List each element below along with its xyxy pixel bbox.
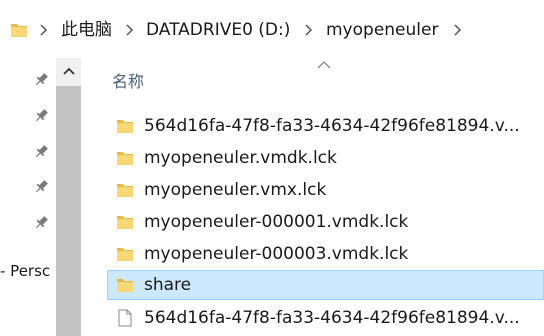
chevron-right-icon[interactable] [37, 20, 51, 40]
file-name: 564d16fa-47f8-fa33-4634-42f96fe81894.v..… [144, 308, 520, 328]
chevron-right-icon[interactable] [302, 20, 316, 40]
nav-scrollbar[interactable] [56, 58, 81, 336]
pin-icon[interactable] [33, 107, 50, 124]
list-item[interactable]: myopeneuler-000003.vmdk.lck [107, 239, 544, 269]
folder-icon [117, 152, 133, 165]
scroll-thumb[interactable] [56, 86, 81, 336]
file-name: myopeneuler.vmdk.lck [144, 148, 337, 168]
file-explorer-window: 此电脑 DATADRIVE0 (D:) myopeneuler - Persc … [0, 0, 544, 336]
file-list: 名称 564d16fa-47f8-fa33-4634-42f96fe81894.… [81, 58, 544, 336]
list-item[interactable]: myopeneuler-000001.vmdk.lck [107, 207, 544, 237]
pin-icon[interactable] [33, 178, 50, 195]
file-name: myopeneuler-000001.vmdk.lck [144, 212, 409, 232]
list-item[interactable]: myopeneuler.vmdk.lck [107, 143, 544, 173]
breadcrumb-this-pc[interactable]: 此电脑 [61, 19, 112, 41]
list-item[interactable]: 564d16fa-47f8-fa33-4634-42f96fe81894.v..… [107, 303, 544, 333]
chevron-right-icon[interactable] [123, 20, 137, 40]
pin-icon[interactable] [33, 71, 50, 88]
nav-item-label[interactable]: - Persc [0, 261, 56, 281]
list-item[interactable]: 564d16fa-47f8-fa33-4634-42f96fe81894.v..… [107, 111, 544, 141]
folder-icon [117, 279, 133, 292]
chevron-up-icon [62, 67, 75, 75]
scroll-up-button[interactable] [56, 58, 81, 83]
pin-icon[interactable] [33, 214, 50, 231]
name-column-header[interactable]: 名称 [112, 71, 144, 93]
folder-icon [11, 24, 27, 37]
address-bar[interactable]: 此电脑 DATADRIVE0 (D:) myopeneuler [0, 0, 544, 58]
folder-icon [117, 248, 133, 261]
navigation-pane: - Persc [0, 58, 56, 336]
file-name: myopeneuler-000003.vmdk.lck [144, 244, 409, 264]
sort-ascending-icon [317, 61, 331, 69]
folder-icon [117, 184, 133, 197]
folder-icon [117, 120, 133, 133]
list-item[interactable]: myopeneuler.vmx.lck [107, 175, 544, 205]
list-item-selected[interactable]: share [107, 270, 544, 300]
breadcrumb-myopeneuler[interactable]: myopeneuler [326, 19, 438, 41]
file-name: share [144, 275, 192, 295]
breadcrumb-datadrive[interactable]: DATADRIVE0 (D:) [146, 19, 290, 41]
file-name: myopeneuler.vmx.lck [144, 180, 327, 200]
chevron-right-icon[interactable] [451, 20, 465, 40]
pin-icon[interactable] [33, 143, 50, 160]
file-name: 564d16fa-47f8-fa33-4634-42f96fe81894.v..… [144, 116, 520, 136]
file-icon [118, 309, 132, 327]
folder-icon [117, 216, 133, 229]
